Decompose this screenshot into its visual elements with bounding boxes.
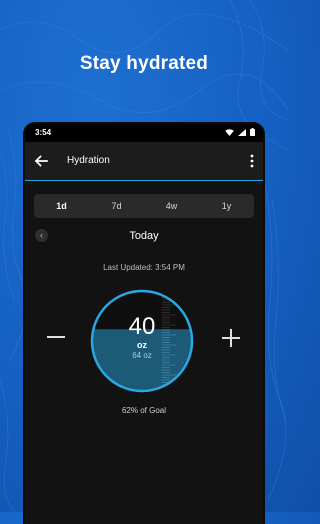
range-tab-7d[interactable]: 7d — [89, 194, 144, 218]
phone-screen: 3:54 Hydration 1d 7d 4w 1y Today ‹ Last … — [25, 124, 263, 524]
decrease-button[interactable] — [44, 325, 68, 349]
signal-icon — [238, 128, 246, 136]
page-title: Hydration — [67, 155, 110, 166]
range-tab-1y[interactable]: 1y — [199, 194, 254, 218]
goal-progress-text: 62% of Goal — [121, 406, 167, 415]
intake-amount: 40 — [128, 313, 156, 340]
range-tab-1d[interactable]: 1d — [34, 194, 89, 218]
goal-amount: 64 oz — [132, 351, 152, 360]
more-vert-icon[interactable] — [249, 154, 255, 168]
range-selector: 1d 7d 4w 1y — [34, 194, 254, 218]
day-label: Today — [129, 230, 159, 242]
intake-unit: oz — [137, 340, 147, 350]
increase-button[interactable] — [219, 326, 243, 350]
battery-icon — [250, 128, 255, 136]
status-time: 3:54 — [35, 128, 52, 137]
wifi-icon — [225, 128, 234, 136]
range-tab-4w[interactable]: 4w — [144, 194, 199, 218]
last-updated-text: Last Updated: 3:54 PM — [103, 263, 185, 272]
arrow-left-icon[interactable] — [33, 153, 49, 169]
promo-headline: Stay hydrated — [79, 53, 209, 74]
status-bar: 3:54 — [25, 124, 263, 142]
chevron-left-icon[interactable]: ‹ — [35, 229, 48, 242]
app-bar: Hydration — [25, 142, 263, 181]
